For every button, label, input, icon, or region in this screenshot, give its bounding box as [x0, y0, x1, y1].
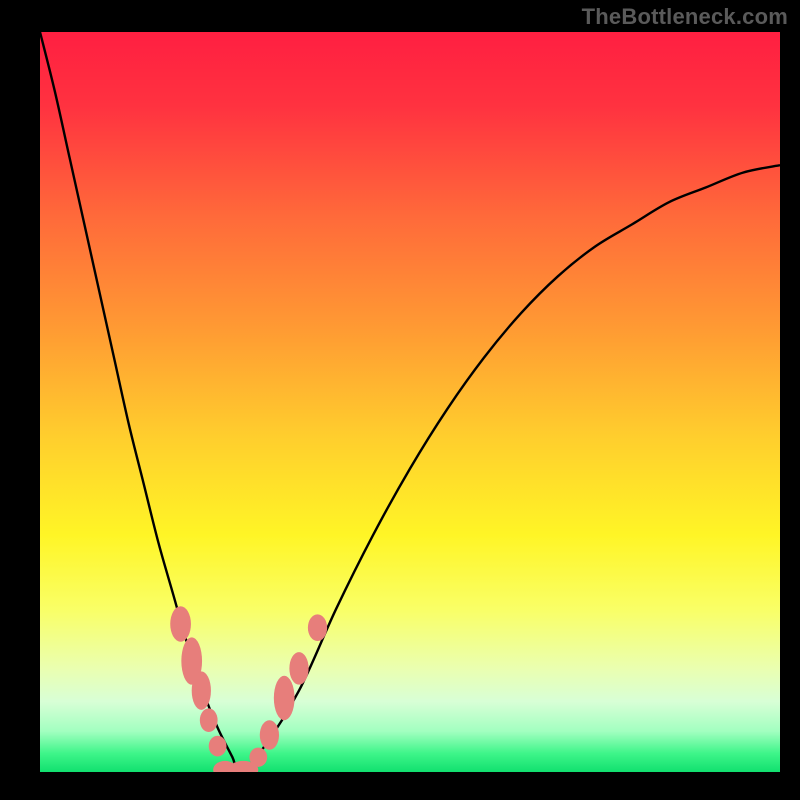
data-marker	[249, 748, 267, 767]
bottleneck-chart	[40, 32, 780, 772]
chart-frame: TheBottleneck.com	[0, 0, 800, 800]
data-marker	[308, 614, 327, 641]
data-marker	[170, 606, 191, 642]
data-marker	[192, 671, 211, 709]
data-marker	[260, 720, 279, 750]
gradient-background	[40, 32, 780, 772]
data-marker	[209, 736, 227, 757]
plot-area	[40, 32, 780, 772]
data-marker	[274, 676, 295, 720]
watermark-label: TheBottleneck.com	[582, 4, 788, 30]
data-marker	[289, 652, 308, 685]
data-marker	[200, 708, 218, 732]
